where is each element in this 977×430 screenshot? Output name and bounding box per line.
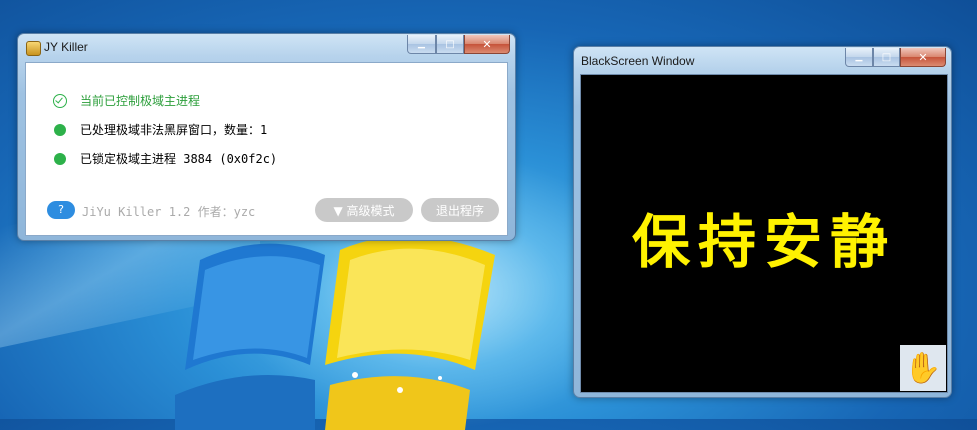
- green-dot-icon: [54, 123, 66, 136]
- green-dot-icon: [54, 152, 66, 165]
- blackscreen-title: BlackScreen Window: [581, 54, 695, 68]
- minimize-icon: ▁: [855, 52, 863, 62]
- exit-button[interactable]: 退出程序: [421, 198, 499, 222]
- minimize-button[interactable]: ▁: [407, 35, 436, 54]
- jy-killer-app-icon: [26, 41, 41, 56]
- blackscreen-client: 保持安静 ✋: [580, 74, 948, 393]
- help-button[interactable]: ?: [47, 201, 75, 219]
- status-row-control: 当前已控制极域主进程: [53, 92, 200, 109]
- hand-icon[interactable]: ✋: [900, 345, 946, 391]
- close-button[interactable]: ✕: [900, 48, 946, 67]
- version-author-text: JiYu Killer 1.2 作者：yzc: [82, 205, 256, 219]
- maximize-icon: □: [881, 51, 892, 63]
- status-text: 已锁定极域主进程 3884 (0x0f2c): [80, 152, 278, 166]
- blackscreen-window[interactable]: BlackScreen Window ▁ □ ✕ 保持安静 ✋: [573, 46, 952, 398]
- maximize-button[interactable]: □: [873, 48, 900, 67]
- status-row-blackscreen: 已处理极域非法黑屏窗口，数量：1: [53, 121, 267, 138]
- quiet-message: 保持安静: [631, 208, 896, 276]
- jy-killer-title: JY Killer: [44, 40, 88, 54]
- advanced-mode-button[interactable]: ▼ 高级模式: [315, 198, 413, 222]
- check-circle-icon: [53, 93, 67, 108]
- status-row-lock: 已锁定极域主进程 3884 (0x0f2c): [53, 150, 277, 167]
- status-text: 已处理极域非法黑屏窗口，数量：1: [80, 123, 268, 137]
- minimize-button[interactable]: ▁: [845, 48, 873, 67]
- minimize-icon: ▁: [418, 39, 425, 49]
- maximize-button[interactable]: □: [436, 35, 464, 54]
- status-text: 当前已控制极域主进程: [80, 94, 201, 108]
- close-button[interactable]: ✕: [464, 35, 510, 54]
- maximize-icon: □: [445, 38, 455, 50]
- jy-killer-client: 当前已控制极域主进程 已处理极域非法黑屏窗口，数量：1 已锁定极域主进程 388…: [25, 62, 508, 236]
- jy-killer-window[interactable]: JY Killer ▁ □ ✕ 当前已控制极域主进程 已处理极域非法黑屏窗口，数…: [17, 33, 516, 241]
- close-icon: ✕: [482, 37, 492, 51]
- close-icon: ✕: [918, 50, 928, 64]
